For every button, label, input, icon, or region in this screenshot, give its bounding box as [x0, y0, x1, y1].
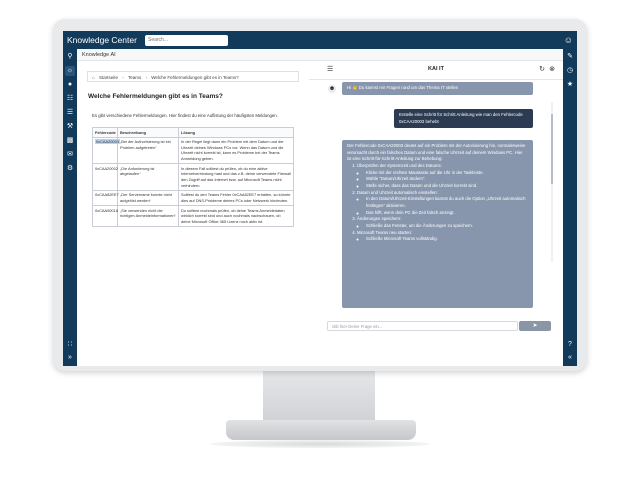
gear-icon[interactable]: ⚙ — [65, 164, 75, 174]
notification-icon[interactable]: ● — [65, 80, 75, 90]
steps-list: Überprüfen der Systemzeit und des Datums… — [347, 163, 528, 243]
bot-message: Hi 👋 Du kannst mir Fragen rund um das Th… — [342, 82, 533, 95]
step-item: Datum und Uhrzeit automatisch einstellen… — [357, 190, 528, 217]
right-sidebar: ✎ ◷ ★ ? « — [563, 49, 577, 366]
chart-icon[interactable]: ▩ — [65, 136, 75, 146]
step-item: Änderungen speichern: Schließe das Fenst… — [357, 216, 528, 229]
table-header-row: Fehlercode Beschreibung Lösung — [92, 127, 294, 138]
chevron-right-icon: › — [122, 75, 124, 80]
cell-code: 0xCAA20003 — [92, 136, 120, 165]
cell-code: 0xCAA20002 — [92, 163, 118, 191]
bot-message: Der Fehlercode 0xCAA20003 deutet auf ein… — [342, 140, 533, 308]
send-button[interactable]: ➤ — [519, 321, 551, 331]
cell-description: „Bei der Authorisierung ist ein Problem … — [117, 136, 179, 165]
substep-item: Schließe das Fenster, um die Änderungen … — [366, 223, 528, 230]
intro-text: Es gibt verschiedene Fehlermeldungen. Hi… — [92, 113, 278, 118]
collapse-icon[interactable]: « — [565, 353, 575, 363]
step-label: Microsoft Teams neu starten: — [357, 229, 413, 235]
top-bar: Knowledge Center ☺ — [63, 31, 577, 49]
search-input[interactable] — [145, 34, 228, 46]
error-code: 0xCAA20003 — [95, 139, 120, 145]
substep-item: In den Datum/Uhrzeit-Einstellungen kanns… — [366, 196, 528, 209]
cell-solution: Solltest du den Teams Fehler 0xCAA82EE7 … — [178, 189, 294, 207]
clock-icon[interactable]: ◷ — [565, 66, 575, 76]
send-icon: ➤ — [532, 323, 538, 329]
substep-item: Wähle "Datum/Uhrzeit ändern". — [366, 176, 528, 183]
substep-item: Klicke mit der rechten Maustaste auf die… — [366, 170, 528, 177]
breadcrumb: ⌂ Startseite › Teams › Welche Fehlermeld… — [87, 71, 299, 82]
cell-solution: In diesem Fall solltest du prüfen, ob du… — [178, 163, 294, 191]
star-icon[interactable]: ★ — [565, 80, 575, 90]
hierarchy-icon[interactable]: ☷ — [65, 94, 75, 104]
cell-solution: In der Regel liegt dann ein Problem mit … — [178, 136, 294, 165]
table-row: 0xCAA82EE7 „Der Servername konnte nicht … — [92, 189, 294, 207]
section-header: Knowledge AI — [77, 49, 563, 61]
header-solution: Lösung — [178, 127, 294, 138]
step-item: Microsoft Teams neu starten: Schließe Mi… — [357, 230, 528, 243]
bot-avatar-icon: ⚉ — [328, 85, 336, 93]
search-icon[interactable]: ⚲ — [65, 52, 75, 62]
step-item: Überprüfen der Systemzeit und des Datums… — [357, 163, 528, 190]
breadcrumb-teams[interactable]: Teams — [128, 75, 141, 80]
step-label: Änderungen speichern: — [357, 216, 402, 222]
app-title: Knowledge Center — [67, 35, 137, 45]
cell-description: „Sie verwenden nicht die richtigen Anmel… — [117, 205, 179, 228]
expand-icon[interactable]: » — [65, 353, 75, 363]
cell-description: „Die Anforderung ist abgelaufen“ — [117, 163, 179, 191]
cell-code: 0xCAA82EE7 — [92, 189, 119, 207]
table-row: 0xCAA20002 „Die Anforderung ist abgelauf… — [92, 163, 294, 191]
chat-header: ☰ KAI IT ↻ ⊗ — [309, 61, 563, 80]
breadcrumb-current: Welche Fehlermeldungen gibt es in Teams? — [151, 75, 239, 80]
user-message: Erstelle eine Schritt für Schritt Anleit… — [394, 109, 533, 129]
chat-pane: ☰ KAI IT ↻ ⊗ ⚉ Hi 👋 Du kannst mir Fragen… — [309, 61, 563, 366]
chat-icon[interactable]: ✉ — [65, 150, 75, 160]
table-row: 0xCAA90018 „Sie verwenden nicht die rich… — [92, 205, 294, 228]
apps-grid-icon[interactable]: ∷ — [65, 340, 75, 350]
refresh-icon[interactable]: ↻ — [539, 65, 545, 73]
breadcrumb-home[interactable]: Startseite — [99, 75, 118, 80]
bot-answer-intro: Der Fehlercode 0xCAA20003 deutet auf ein… — [347, 143, 526, 162]
step-label: Überprüfen der Systemzeit und des Datums… — [357, 162, 442, 168]
step-label: Datum und Uhrzeit automatisch einstellen… — [357, 189, 438, 195]
scrollbar-thumb[interactable] — [551, 114, 553, 184]
chat-input[interactable]: Gib hier Deine Frage ein... — [327, 321, 518, 331]
document-pane: ⌂ Startseite › Teams › Welche Fehlermeld… — [77, 61, 311, 366]
header-description: Beschreibung — [117, 127, 179, 138]
user-icon[interactable]: ☺ — [564, 35, 573, 45]
substep-item: Schließe Microsoft Teams vollständig. — [366, 236, 528, 243]
left-sidebar: ⚲ ☼ ● ☷ ☰ ⚒ ▩ ✉ ⚙ ∷ » — [63, 49, 77, 366]
cell-code: 0xCAA90018 — [92, 205, 118, 228]
cell-solution: Du solltest nochmals prüfen, ob deine Te… — [178, 205, 294, 228]
list-icon[interactable]: ☰ — [65, 108, 75, 118]
home-icon[interactable]: ⌂ — [92, 75, 95, 80]
substep-item: Stelle sicher, dass das Datum und die Uh… — [366, 183, 528, 190]
tools-icon[interactable]: ⚒ — [65, 122, 75, 132]
screen: Knowledge Center ☺ ⚲ ☼ ● ☷ ☰ ⚒ ▩ ✉ ⚙ ∷ »… — [63, 31, 577, 366]
chat-messages: ⚉ Hi 👋 Du kannst mir Fragen rund um das … — [309, 80, 563, 308]
page-title: Welche Fehlermeldungen gibt es in Teams? — [88, 93, 223, 100]
cell-description: „Der Servername konnte nicht aufgelöst w… — [117, 189, 179, 207]
help-icon[interactable]: ? — [565, 340, 575, 350]
error-table: Fehlercode Beschreibung Lösung 0xCAA2000… — [92, 127, 294, 228]
close-circle-icon[interactable]: ⊗ — [549, 65, 555, 73]
lightbulb-icon[interactable]: ☼ — [65, 66, 75, 76]
table-row: 0xCAA20003 „Bei der Authorisierung ist e… — [92, 136, 294, 165]
chevron-right-icon: › — [145, 75, 147, 80]
document-icon[interactable]: ✎ — [565, 52, 575, 62]
substep-item: Das hilft, wenn dein PC die Zeit falsch … — [366, 210, 528, 217]
header-code: Fehlercode — [92, 127, 118, 138]
chat-title: KAI IT — [428, 66, 444, 72]
